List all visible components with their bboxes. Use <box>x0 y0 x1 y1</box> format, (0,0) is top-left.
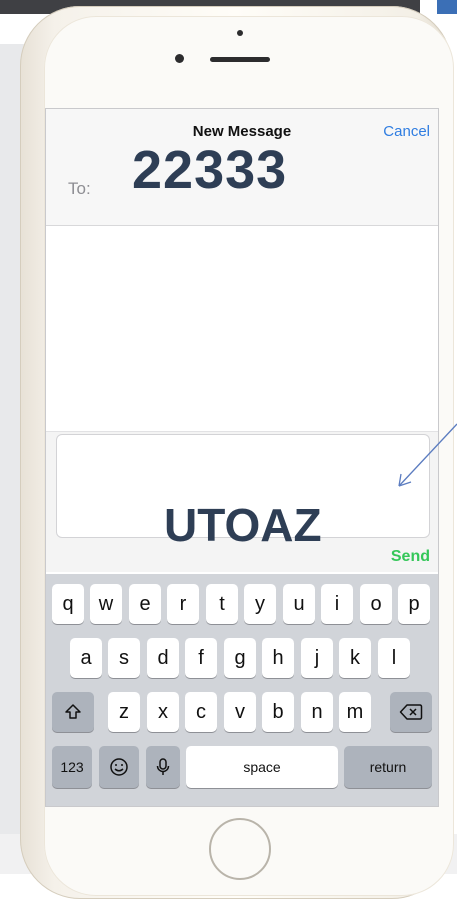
cancel-button[interactable]: Cancel <box>383 123 430 140</box>
key-a[interactable]: a <box>70 638 102 678</box>
key-b[interactable]: b <box>262 692 294 732</box>
key-j[interactable]: j <box>301 638 333 678</box>
key-i[interactable]: i <box>321 584 353 624</box>
key-d[interactable]: d <box>147 638 179 678</box>
compose-area: UTOAZ Send <box>46 431 438 572</box>
home-button[interactable] <box>209 818 271 880</box>
microphone-icon <box>156 758 170 775</box>
delete-key[interactable] <box>390 692 432 732</box>
numbers-key[interactable]: 123 <box>52 746 92 788</box>
key-m[interactable]: m <box>339 692 371 732</box>
message-text: UTOAZ <box>164 499 322 551</box>
key-h[interactable]: h <box>262 638 294 678</box>
key-y[interactable]: y <box>244 584 276 624</box>
sensor-dot <box>237 30 243 36</box>
key-f[interactable]: f <box>185 638 217 678</box>
key-e[interactable]: e <box>129 584 161 624</box>
recipient-row[interactable]: To: 22333 <box>46 140 438 226</box>
keyboard: q w e r t y u i o p a s d f g h j k l z … <box>46 574 438 806</box>
key-v[interactable]: v <box>224 692 256 732</box>
key-r[interactable]: r <box>167 584 199 624</box>
key-n[interactable]: n <box>301 692 333 732</box>
key-t[interactable]: t <box>206 584 238 624</box>
key-w[interactable]: w <box>90 584 122 624</box>
emoji-icon <box>110 758 128 776</box>
send-button[interactable]: Send <box>391 548 430 566</box>
delete-icon <box>399 704 423 720</box>
space-key[interactable]: space <box>186 746 338 788</box>
return-key[interactable]: return <box>344 746 432 788</box>
earpiece-speaker <box>210 57 270 62</box>
annotation-arrow <box>398 423 457 487</box>
key-o[interactable]: o <box>360 584 392 624</box>
key-c[interactable]: c <box>185 692 217 732</box>
emoji-key[interactable] <box>99 746 139 788</box>
key-z[interactable]: z <box>108 692 140 732</box>
front-camera <box>175 54 184 63</box>
shift-icon <box>65 704 81 719</box>
phone-screen: New Message Cancel To: 22333 UTOAZ Send … <box>45 108 439 807</box>
key-p[interactable]: p <box>398 584 430 624</box>
key-u[interactable]: u <box>283 584 315 624</box>
key-g[interactable]: g <box>224 638 256 678</box>
recipient-number: 22333 <box>132 140 288 200</box>
top-bar-accent <box>437 0 457 14</box>
page-title: New Message <box>192 123 292 140</box>
shift-key[interactable] <box>52 692 94 732</box>
to-label: To: <box>68 179 91 198</box>
key-l[interactable]: l <box>378 638 410 678</box>
microphone-key[interactable] <box>146 746 180 788</box>
key-k[interactable]: k <box>339 638 371 678</box>
key-q[interactable]: q <box>52 584 84 624</box>
key-s[interactable]: s <box>108 638 140 678</box>
key-x[interactable]: x <box>147 692 179 732</box>
message-thread <box>46 226 438 431</box>
